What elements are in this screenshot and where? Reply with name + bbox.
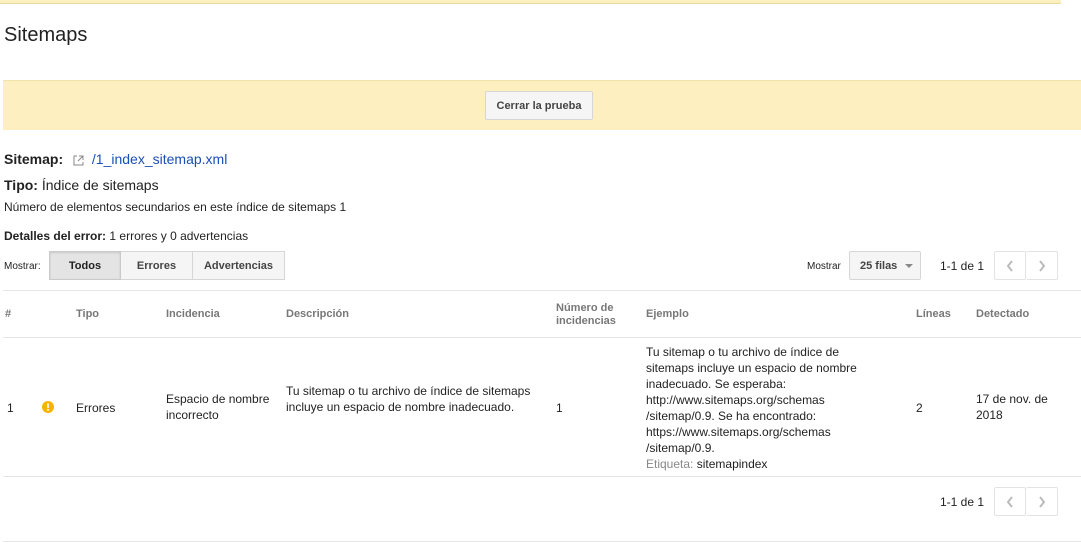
pager-prev-button-bottom[interactable] [994, 487, 1026, 516]
footer-divider [3, 541, 1081, 542]
header-number: # [5, 308, 12, 320]
row-lines: 2 [916, 401, 923, 415]
type-label: Tipo: [4, 177, 38, 193]
children-count-label: Número de elementos secundarios en este … [4, 200, 337, 214]
rows-per-page-select[interactable]: 25 filas [849, 251, 921, 280]
chevron-left-icon [1006, 259, 1013, 272]
header-lines[interactable]: Líneas [916, 308, 951, 321]
top-notice-strip [0, 0, 1061, 4]
close-test-button[interactable]: Cerrar la prueba [485, 91, 593, 120]
header-issue[interactable]: Incidencia [166, 308, 220, 321]
chevron-right-icon [1038, 259, 1045, 272]
filter-errors-button[interactable]: Errores [121, 251, 193, 280]
pager-range-bottom: 1-1 de 1 [940, 495, 985, 509]
sitemap-label: Sitemap: [4, 151, 64, 167]
error-details-label: Detalles del error: [4, 229, 107, 243]
row-issue: Espacio de nombre incorrecto [166, 392, 270, 422]
table-bottom-divider [3, 476, 1081, 477]
row-example-text: Tu sitemap o tu archivo de índice de sit… [646, 345, 857, 455]
header-example[interactable]: Ejemplo [646, 308, 689, 321]
error-summary: 1 errores y 0 advertencias [109, 229, 249, 243]
type-value: Índice de sitemaps [41, 177, 159, 193]
pager-next-button-top[interactable] [1026, 251, 1058, 280]
header-issue-count-line1: Número de [556, 302, 614, 314]
row-type: Errores [76, 401, 116, 415]
filter-show-label: Mostrar: [4, 261, 41, 272]
header-description[interactable]: Descripción [286, 308, 349, 321]
pager-prev-button-top[interactable] [994, 251, 1026, 280]
header-divider [3, 337, 1081, 338]
sitemap-row: Sitemap: /1_index_sitemap.xml [4, 151, 227, 169]
rows-per-page-label: Mostrar [807, 261, 841, 272]
row-description: Tu sitemap o tu archivo de índice de sit… [286, 384, 531, 414]
children-count-row: Número de elementos secundarios en este … [4, 200, 346, 214]
tag-value: sitemapindex [696, 457, 768, 471]
row-example: Tu sitemap o tu archivo de índice de sit… [646, 344, 890, 472]
filter-all-button[interactable]: Todos [49, 251, 121, 280]
row-number: 1 [7, 401, 14, 415]
sitemap-link[interactable]: /1_index_sitemap.xml [92, 151, 227, 167]
chevron-down-icon [905, 263, 914, 268]
error-details-row: Detalles del error: 1 errores y 0 advert… [4, 229, 248, 243]
header-detected[interactable]: Detectado [976, 308, 1029, 321]
row-example-tag: Etiqueta: sitemapindex [646, 456, 890, 472]
header-issue-count-line2: incidencias [556, 315, 616, 327]
children-count-value: 1 [339, 200, 347, 214]
pager-range-top: 1-1 de 1 [940, 259, 985, 273]
pager-next-button-bottom[interactable] [1026, 487, 1058, 516]
warning-icon [42, 400, 54, 418]
external-link-icon[interactable] [73, 153, 84, 169]
filter-button-group: Todos Errores Advertencias [49, 251, 285, 280]
table-top-divider [3, 290, 1081, 291]
chevron-right-icon [1038, 495, 1045, 508]
page-title: Sitemaps [4, 24, 88, 46]
filter-warnings-button[interactable]: Advertencias [193, 251, 285, 280]
tag-label: Etiqueta: [646, 457, 694, 471]
chevron-left-icon [1006, 495, 1013, 508]
header-type[interactable]: Tipo [76, 308, 99, 321]
header-issue-count[interactable]: Número de incidencias [556, 302, 616, 328]
row-issue-count: 1 [556, 401, 563, 415]
rows-per-page-value: 25 filas [860, 259, 898, 272]
type-row: Tipo: Índice de sitemaps [4, 177, 159, 193]
test-banner: Cerrar la prueba [3, 80, 1081, 130]
row-detected: 17 de nov. de 2018 [976, 392, 1048, 422]
